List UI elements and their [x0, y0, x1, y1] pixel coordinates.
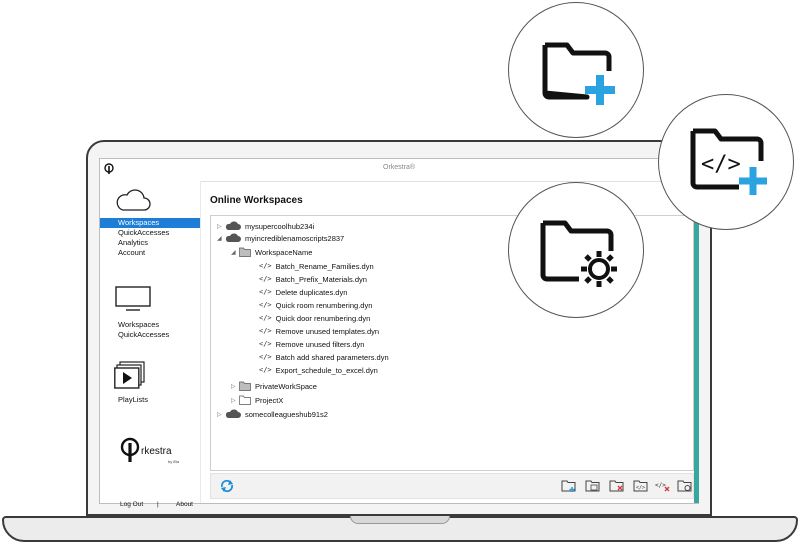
window-accent-bar: [694, 181, 699, 503]
expand-arrow-icon[interactable]: ▷: [217, 411, 225, 418]
script-label: Delete duplicates.dyn: [275, 287, 348, 297]
tree-script[interactable]: </> Quick room renumbering.dyn: [259, 299, 372, 311]
folder-settings-icon[interactable]: [677, 479, 693, 493]
tree-script[interactable]: </> Remove unused templates.dyn: [259, 325, 379, 337]
cloud-hub-icon: [225, 409, 241, 418]
tree-script[interactable]: </> Export_schedule_to_excel.dyn: [259, 364, 378, 376]
script-label: Quick door renumbering.dyn: [275, 313, 371, 323]
orkestra-logo-large-icon: [120, 437, 140, 462]
sidebar-item-quickaccesses[interactable]: QuickAccesses: [100, 228, 200, 238]
code-file-icon: </>: [259, 275, 272, 283]
online-nav-group: Workspaces QuickAccesses Analytics Accou…: [100, 218, 200, 258]
sidebar-item-local-quickaccesses[interactable]: QuickAccesses: [100, 330, 200, 340]
monitor-icon: [115, 286, 151, 311]
cloud-icon: [116, 189, 151, 211]
script-label: Batch_Prefix_Materials.dyn: [275, 274, 367, 284]
tree-script[interactable]: </> Batch_Rename_Families.dyn: [259, 260, 374, 272]
tree-script[interactable]: </> Batch add shared parameters.dyn: [259, 351, 389, 363]
script-label: Remove unused templates.dyn: [275, 326, 380, 336]
about-link[interactable]: About: [176, 501, 193, 508]
playlists-nav-group: PlayLists: [100, 395, 200, 405]
hub-label: myincrediblenamoscripts2837: [245, 233, 345, 243]
tree-node-workspace[interactable]: ◢ WorkspaceName: [231, 246, 312, 258]
add-script-feature-circle: </>: [658, 94, 794, 230]
expand-arrow-icon[interactable]: ▷: [231, 397, 239, 404]
code-file-icon: </>: [259, 353, 272, 361]
collapse-arrow-icon[interactable]: ◢: [217, 235, 225, 242]
code-file-icon: </>: [259, 314, 272, 322]
tree-script[interactable]: </> Remove unused filters.dyn: [259, 338, 364, 350]
logout-link[interactable]: Log Out: [120, 501, 143, 508]
tree-script[interactable]: </> Delete duplicates.dyn: [259, 286, 347, 298]
svg-text:</>: </>: [701, 152, 741, 177]
playlist-icon: [114, 361, 145, 389]
sidebar-item-analytics[interactable]: Analytics: [100, 238, 200, 248]
hub-label: somecolleagueshub91s2: [245, 409, 328, 419]
cloud-hub-icon: [225, 221, 241, 230]
add-script-icon[interactable]: </>: [633, 479, 649, 493]
orkestra-brand: rkestra by iBa: [120, 437, 190, 471]
brand-name: rkestra: [141, 446, 172, 457]
tree-script[interactable]: </> Batch_Prefix_Materials.dyn: [259, 273, 367, 285]
collapse-arrow-icon[interactable]: ◢: [231, 249, 239, 256]
script-label: Batch_Rename_Families.dyn: [275, 261, 374, 271]
footer-separator: |: [157, 501, 159, 508]
local-nav-group: Workspaces QuickAccesses: [100, 320, 200, 340]
folder-settings-feature-circle: [508, 182, 644, 318]
sidebar-item-account[interactable]: Account: [100, 248, 200, 258]
laptop-notch: [350, 516, 450, 524]
script-label: Remove unused filters.dyn: [275, 339, 365, 349]
delete-folder-icon[interactable]: [609, 479, 625, 493]
title-bar: Orkestra®: [100, 159, 698, 182]
expand-arrow-icon[interactable]: ▷: [217, 223, 225, 230]
tree-script[interactable]: </> Quick door renumbering.dyn: [259, 312, 370, 324]
svg-text:</>: </>: [636, 485, 645, 491]
workspace-label: ProjectX: [255, 395, 284, 405]
code-file-icon: </>: [259, 340, 272, 348]
script-label: Quick room renumbering.dyn: [275, 300, 373, 310]
workspace-label: WorkspaceName: [255, 247, 313, 257]
add-folder-feature-circle: [508, 2, 644, 138]
workspace-label: PrivateWorkSpace: [255, 381, 317, 391]
add-script-folder-icon: </>: [690, 128, 767, 195]
add-folder-icon: [542, 42, 615, 105]
folder-settings-icon: [540, 220, 617, 287]
hub-label: mysupercoolhub234i: [245, 221, 315, 231]
bottom-toolbar: </> </>: [210, 473, 694, 499]
sidebar-item-playlists[interactable]: PlayLists: [100, 395, 200, 405]
sidebar-item-workspaces[interactable]: Workspaces: [100, 218, 200, 228]
sidebar: Workspaces QuickAccesses Analytics Accou…: [100, 181, 201, 508]
window-title: Orkestra®: [383, 164, 415, 171]
code-file-icon: </>: [259, 301, 272, 309]
code-file-icon: </>: [259, 366, 272, 374]
delete-script-icon[interactable]: </>: [655, 479, 671, 493]
code-file-icon: </>: [259, 327, 272, 335]
folder-icon: [239, 247, 251, 257]
tree-node-hub3[interactable]: ▷ somecolleagueshub91s2: [217, 408, 328, 420]
folder-icon: [239, 395, 251, 405]
svg-text:</>: </>: [655, 482, 666, 489]
brand-tagline: by iBa: [168, 459, 180, 464]
code-file-icon: </>: [259, 262, 272, 270]
page-title: Online Workspaces: [210, 195, 303, 206]
tree-node-private-workspace[interactable]: ▷ PrivateWorkSpace: [231, 380, 317, 392]
folder-copy-icon[interactable]: [585, 479, 601, 493]
sidebar-item-local-workspaces[interactable]: Workspaces: [100, 320, 200, 330]
add-folder-icon[interactable]: [561, 479, 577, 493]
tree-node-project[interactable]: ▷ ProjectX: [231, 394, 283, 406]
tree-node-hub1[interactable]: ▷ mysupercoolhub234i: [217, 220, 314, 232]
cloud-hub-icon: [225, 233, 241, 242]
script-label: Export_schedule_to_excel.dyn: [275, 365, 378, 375]
expand-arrow-icon[interactable]: ▷: [231, 383, 239, 390]
refresh-icon[interactable]: [219, 479, 235, 493]
folder-icon: [239, 381, 251, 391]
code-file-icon: </>: [259, 288, 272, 296]
script-label: Batch add shared parameters.dyn: [275, 352, 389, 362]
tree-node-hub2[interactable]: ◢ myincrediblenamoscripts2837: [217, 232, 344, 244]
